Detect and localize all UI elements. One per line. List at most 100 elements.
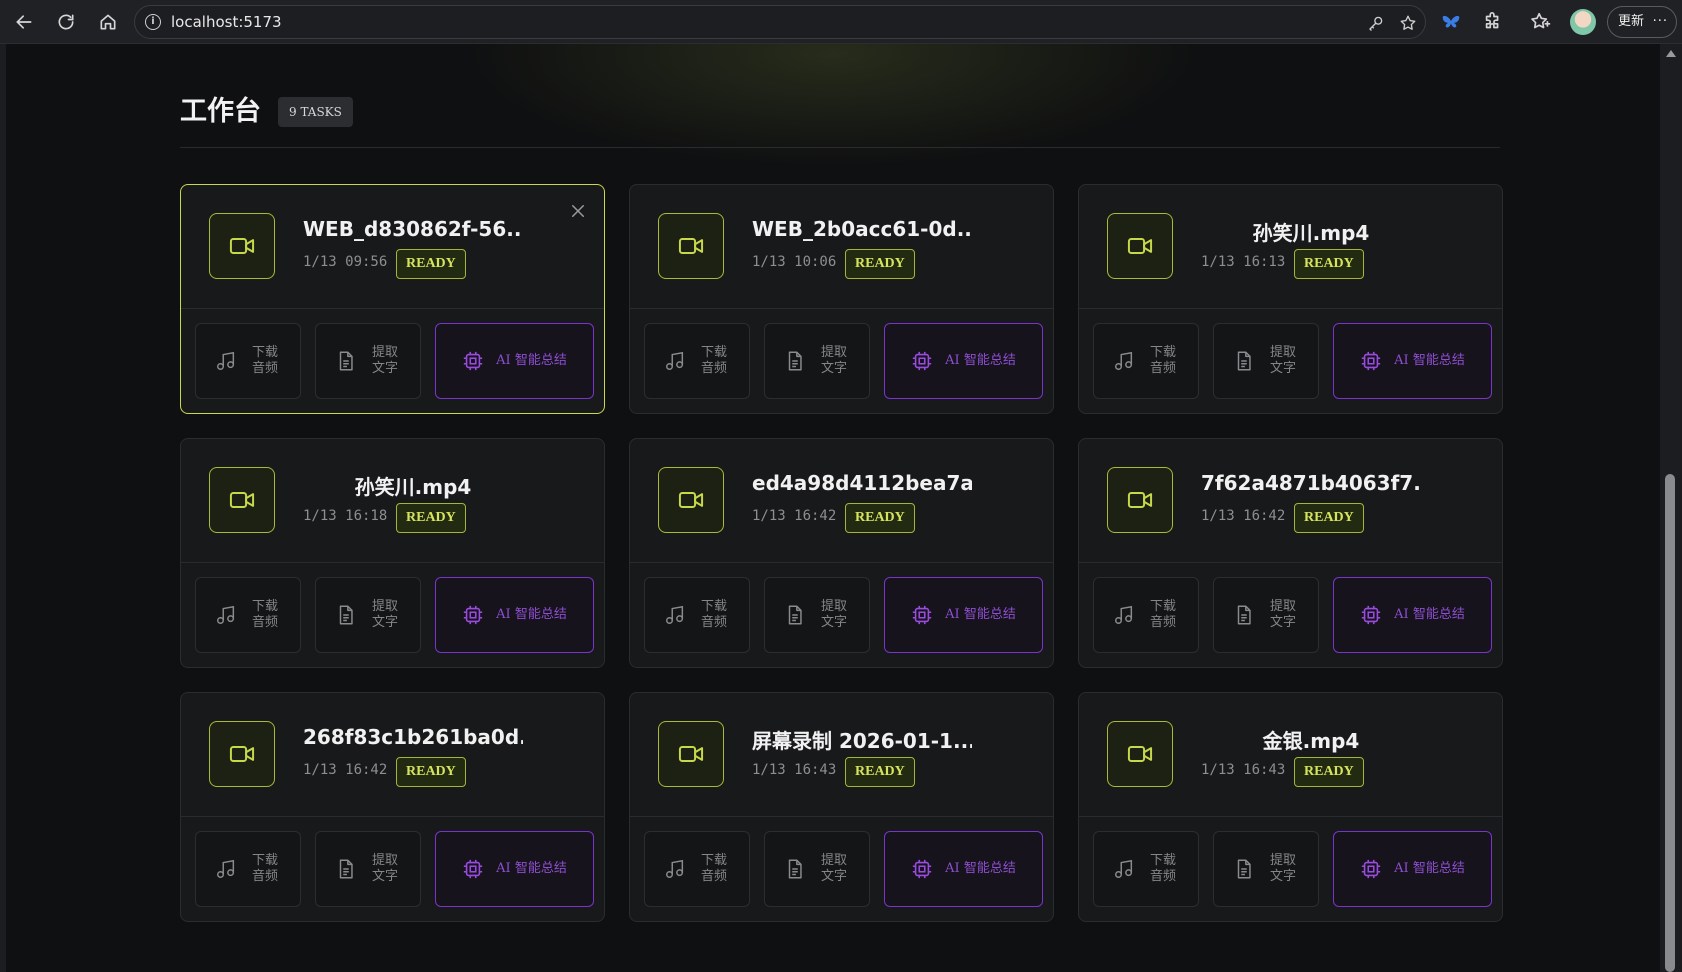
task-card[interactable]: 孙笑川.mp4 1/13 16:13 READY 下载音频 提取文字 AI 智能… (1078, 184, 1503, 414)
task-card-header: 孙笑川.mp4 1/13 16:13 READY (1079, 185, 1502, 309)
scroll-thumb[interactable] (1665, 474, 1675, 972)
ai-summary-button[interactable]: AI 智能总结 (435, 831, 594, 907)
task-file-name: 孙笑川.mp4 (1252, 221, 1370, 245)
ai-summary-label: AI 智能总结 (496, 607, 567, 622)
update-button[interactable]: 更新 ··· (1607, 6, 1677, 38)
extract-text-label: 提取文字 (1269, 853, 1296, 884)
download-audio-button[interactable]: 下载音频 (1093, 323, 1199, 399)
video-camera-icon (209, 721, 275, 787)
task-file-name: 金银.mp4 (1262, 729, 1360, 753)
extract-text-button[interactable]: 提取文字 (315, 831, 421, 907)
extract-text-label: 提取文字 (820, 345, 847, 376)
status-badge: READY (845, 503, 915, 533)
video-camera-icon (658, 721, 724, 787)
page-scrollbar[interactable] (1660, 44, 1682, 972)
task-file-name: ed4a98d4112bea7a... (752, 471, 972, 495)
extract-text-label: 提取文字 (371, 599, 398, 630)
task-card[interactable]: ed4a98d4112bea7a... 1/13 16:42 READY 下载音… (629, 438, 1054, 668)
extensions-puzzle-icon[interactable] (1482, 11, 1504, 33)
extract-text-button[interactable]: 提取文字 (1213, 831, 1319, 907)
site-info-icon[interactable]: i (145, 14, 161, 30)
task-count-badge: 9 TASKS (278, 97, 353, 127)
task-actions: 下载音频 提取文字 AI 智能总结 (195, 323, 595, 399)
extract-text-button[interactable]: 提取文字 (315, 577, 421, 653)
task-actions: 下载音频 提取文字 AI 智能总结 (1093, 577, 1493, 653)
task-card[interactable]: 屏幕录制 2026-01-1... 1/13 16:43 READY 下载音频 … (629, 692, 1054, 922)
music-note-icon (664, 858, 686, 880)
more-menu-icon[interactable]: ··· (1653, 7, 1668, 37)
profile-avatar[interactable] (1570, 9, 1596, 35)
task-timestamp: 1/13 16:18 (303, 508, 388, 524)
ai-summary-button[interactable]: AI 智能总结 (884, 831, 1043, 907)
task-actions: 下载音频 提取文字 AI 智能总结 (644, 577, 1044, 653)
extension-butterfly-icon[interactable] (1440, 11, 1462, 33)
reload-icon[interactable] (54, 10, 78, 34)
ai-summary-button[interactable]: AI 智能总结 (884, 577, 1043, 653)
download-audio-button[interactable]: 下载音频 (195, 323, 301, 399)
cpu-chip-icon (911, 858, 933, 880)
extract-text-button[interactable]: 提取文字 (764, 831, 870, 907)
cpu-chip-icon (1360, 858, 1382, 880)
task-timestamp: 1/13 16:42 (1201, 508, 1286, 524)
extract-text-button[interactable]: 提取文字 (315, 323, 421, 399)
extract-text-label: 提取文字 (820, 599, 847, 630)
task-timestamp: 1/13 09:56 (303, 254, 388, 270)
workspace-page: 工作台 9 TASKS WEB_d830862f-56... 1/13 09:5… (6, 44, 1660, 972)
ai-summary-label: AI 智能总结 (945, 353, 1016, 368)
download-audio-button[interactable]: 下载音频 (644, 323, 750, 399)
ai-summary-label: AI 智能总结 (945, 861, 1016, 876)
address-bar[interactable]: i localhost:5173 (134, 5, 1426, 39)
video-camera-icon (1107, 721, 1173, 787)
extract-text-button[interactable]: 提取文字 (1213, 577, 1319, 653)
video-camera-icon (1107, 213, 1173, 279)
status-badge: READY (1294, 503, 1364, 533)
close-icon[interactable] (569, 202, 589, 222)
ai-summary-label: AI 智能总结 (1394, 353, 1465, 368)
download-audio-label: 下载音频 (251, 599, 278, 630)
scroll-up-arrow-icon[interactable] (1666, 50, 1676, 57)
ai-summary-button[interactable]: AI 智能总结 (884, 323, 1043, 399)
download-audio-button[interactable]: 下载音频 (1093, 577, 1199, 653)
music-note-icon (664, 604, 686, 626)
extract-text-button[interactable]: 提取文字 (764, 323, 870, 399)
ai-summary-button[interactable]: AI 智能总结 (435, 577, 594, 653)
task-file-name: 7f62a4871b4063f7... (1201, 471, 1421, 495)
download-audio-button[interactable]: 下载音频 (644, 577, 750, 653)
back-arrow-icon[interactable] (12, 10, 36, 34)
star-icon[interactable] (1399, 14, 1417, 32)
extract-text-button[interactable]: 提取文字 (1213, 323, 1319, 399)
task-card-header: 孙笑川.mp4 1/13 16:18 READY (181, 439, 604, 563)
task-card[interactable]: 268f83c1b261ba0d... 1/13 16:42 READY 下载音… (180, 692, 605, 922)
task-card[interactable]: WEB_2b0acc61-0d... 1/13 10:06 READY 下载音频… (629, 184, 1054, 414)
browser-toolbar: i localhost:5173 更新 ··· (0, 0, 1682, 44)
ai-summary-button[interactable]: AI 智能总结 (1333, 577, 1492, 653)
update-label: 更新 (1618, 14, 1645, 29)
task-timestamp: 1/13 16:13 (1201, 254, 1286, 270)
download-audio-button[interactable]: 下载音频 (195, 577, 301, 653)
status-badge: READY (396, 503, 466, 533)
key-icon[interactable] (1367, 14, 1385, 32)
ai-summary-button[interactable]: AI 智能总结 (435, 323, 594, 399)
task-card[interactable]: 孙笑川.mp4 1/13 16:18 READY 下载音频 提取文字 AI 智能… (180, 438, 605, 668)
task-card[interactable]: WEB_d830862f-56... 1/13 09:56 READY 下载音频… (180, 184, 605, 414)
task-card-header: 屏幕录制 2026-01-1... 1/13 16:43 READY (630, 693, 1053, 817)
home-icon[interactable] (96, 10, 120, 34)
extract-text-label: 提取文字 (820, 853, 847, 884)
ai-summary-button[interactable]: AI 智能总结 (1333, 831, 1492, 907)
download-audio-button[interactable]: 下载音频 (1093, 831, 1199, 907)
download-audio-label: 下载音频 (1149, 599, 1176, 630)
ai-summary-button[interactable]: AI 智能总结 (1333, 323, 1492, 399)
task-card[interactable]: 7f62a4871b4063f7... 1/13 16:42 READY 下载音… (1078, 438, 1503, 668)
download-audio-button[interactable]: 下载音频 (644, 831, 750, 907)
document-icon (335, 858, 357, 880)
download-audio-button[interactable]: 下载音频 (195, 831, 301, 907)
task-file-name: 268f83c1b261ba0d... (303, 725, 523, 749)
cpu-chip-icon (1360, 350, 1382, 372)
favorites-icon[interactable] (1530, 11, 1552, 33)
cpu-chip-icon (911, 350, 933, 372)
task-card-header: WEB_2b0acc61-0d... 1/13 10:06 READY (630, 185, 1053, 309)
status-badge: READY (396, 757, 466, 787)
task-file-name: WEB_2b0acc61-0d... (752, 217, 972, 241)
task-card[interactable]: 金银.mp4 1/13 16:43 READY 下载音频 提取文字 AI 智能总… (1078, 692, 1503, 922)
extract-text-button[interactable]: 提取文字 (764, 577, 870, 653)
